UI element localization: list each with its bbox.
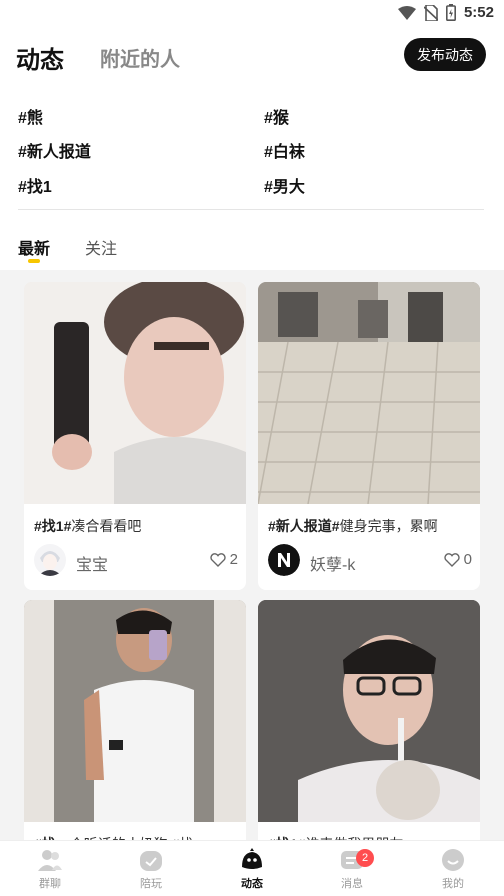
battery-icon [445, 4, 456, 21]
nav-group-chat[interactable]: 群聊 [20, 847, 80, 891]
like-count: 0 [463, 551, 472, 568]
nav-label: 消息 [341, 878, 363, 890]
nav-profile[interactable]: 我的 [423, 847, 483, 891]
avatar[interactable] [34, 544, 66, 576]
nav-moments[interactable]: 动态 [222, 847, 282, 891]
tab-nearby[interactable]: 附近的人 [100, 43, 180, 72]
active-tab-indicator [28, 259, 40, 263]
post-card[interactable]: #找一个听话的小奶狗 #找 [24, 600, 246, 850]
topic-tag[interactable]: #找1 [18, 173, 52, 197]
status-bar: 5:52 [0, 0, 504, 28]
like-button[interactable]: 2 [210, 551, 238, 568]
post-image [258, 600, 480, 822]
topic-tag[interactable]: #新人报道 [18, 138, 91, 162]
nav-label: 群聊 [39, 878, 61, 890]
post-card[interactable]: #新人报道#健身完事，累啊 妖孽-k 0 [258, 282, 480, 590]
moments-icon [242, 848, 262, 869]
tab-following[interactable]: 关注 [85, 235, 117, 259]
tab-latest[interactable]: 最新 [18, 235, 50, 259]
bottom-nav: 群聊 陪玩 动态 2 消息 我的 [0, 840, 504, 896]
profile-icon [442, 849, 464, 871]
nav-messages[interactable]: 2 消息 [322, 847, 382, 891]
feed: 最新 关注 #找1#凑合看看吧 宝宝 2 #新人报道#健身完事，累啊 妖孽-k … [0, 210, 504, 850]
post-username[interactable]: 妖孽-k [310, 551, 355, 575]
topic-tag[interactable]: #白袜 [264, 138, 305, 162]
heart-icon [444, 552, 460, 567]
header: 动态 附近的人 发布动态 [0, 28, 504, 84]
publish-button[interactable]: 发布动态 [404, 38, 486, 71]
post-image [24, 600, 246, 822]
topic-tag[interactable]: #猴 [264, 104, 289, 128]
heart-icon [210, 552, 226, 567]
nav-label: 动态 [241, 878, 263, 890]
tab-moments[interactable]: 动态 [16, 40, 64, 75]
status-time: 5:52 [463, 4, 494, 21]
like-button[interactable]: 0 [444, 551, 472, 568]
wifi-icon [397, 5, 416, 20]
group-chat-icon [38, 850, 62, 871]
post-image [258, 282, 480, 504]
avatar[interactable] [268, 544, 300, 576]
feed-tabs: 最新 关注 [0, 210, 504, 270]
post-card[interactable]: #找1#谁来做我男朋友 [258, 600, 480, 850]
unread-badge: 2 [356, 849, 374, 867]
nav-label: 我的 [442, 878, 464, 890]
post-card[interactable]: #找1#凑合看看吧 宝宝 2 [24, 282, 246, 590]
topic-list: #熊 #猴 #新人报道 #白袜 #找1 #男大 [0, 84, 504, 210]
companion-icon [140, 851, 162, 871]
no-sim-icon [423, 4, 438, 21]
post-text: #找1#凑合看看吧 [34, 518, 142, 534]
post-text: #新人报道#健身完事，累啊 [268, 518, 438, 534]
nav-label: 陪玩 [140, 878, 162, 890]
topic-tag[interactable]: #男大 [264, 173, 305, 197]
post-username[interactable]: 宝宝 [76, 551, 108, 575]
post-image [24, 282, 246, 504]
nav-companion[interactable]: 陪玩 [121, 847, 181, 891]
like-count: 2 [229, 551, 238, 568]
topic-tag[interactable]: #熊 [18, 104, 43, 128]
